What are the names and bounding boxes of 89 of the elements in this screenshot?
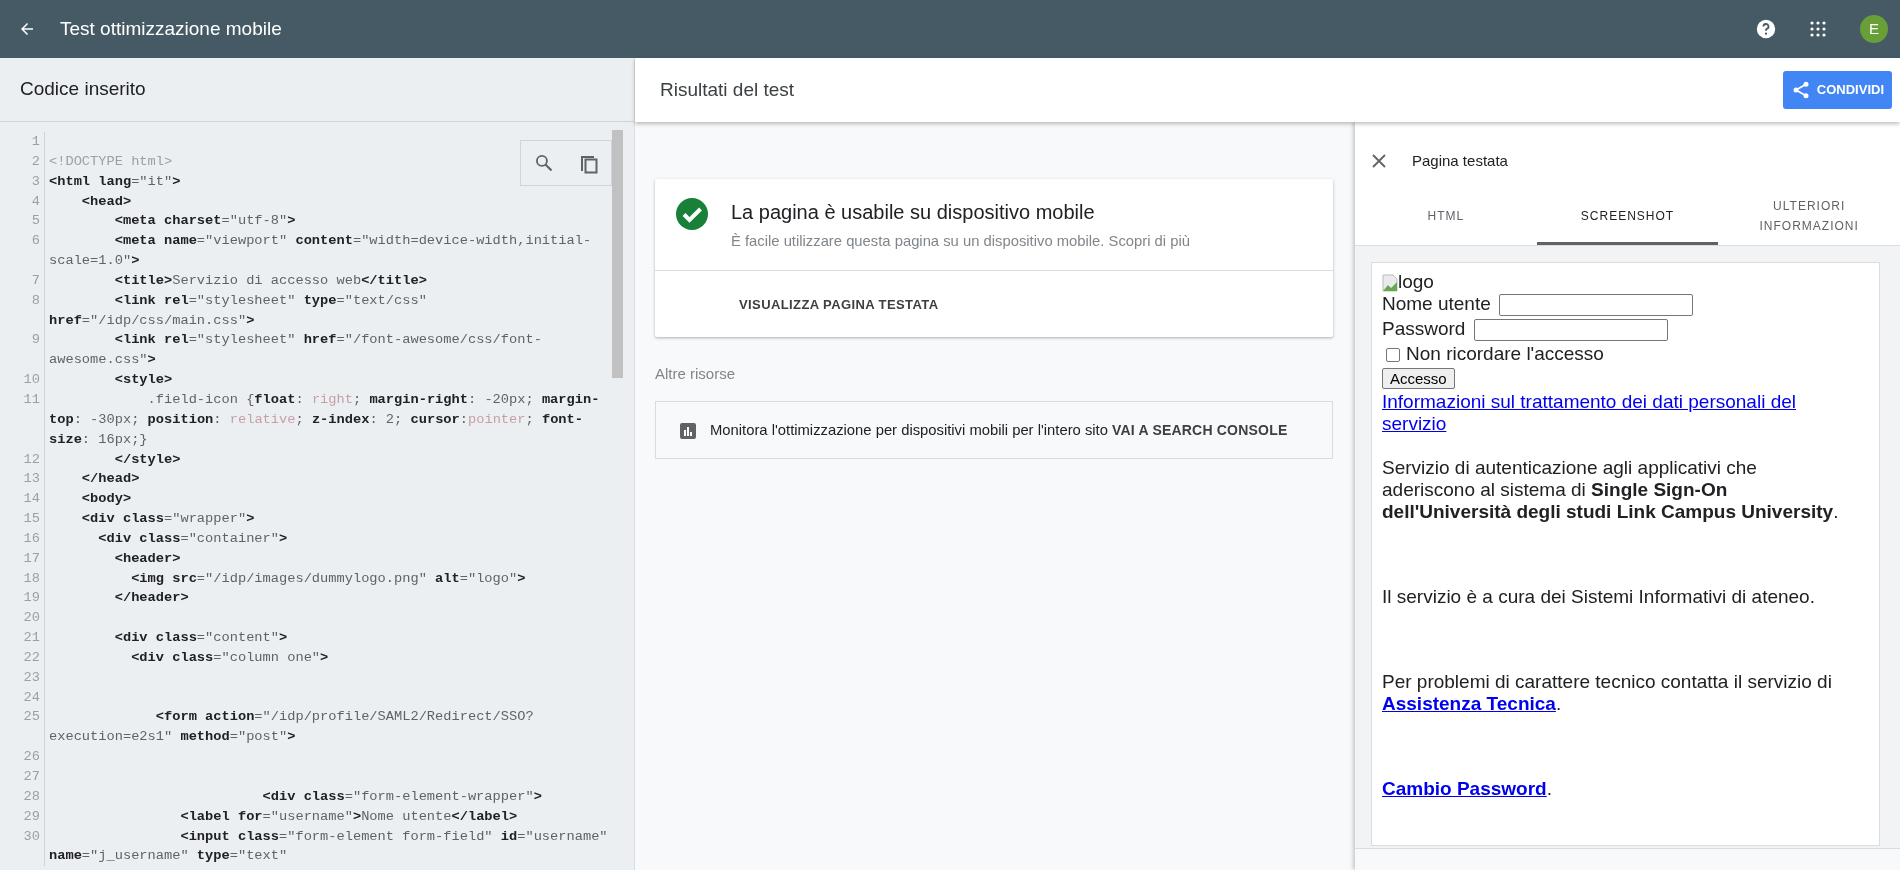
close-icon[interactable] xyxy=(1372,154,1386,168)
code-line: <div class="form-element-wrapper"> xyxy=(261,787,542,806)
privacy-link[interactable]: Informazioni sul trattamento dei dati personali del servizio xyxy=(1382,390,1849,435)
link[interactable]: Cambio Password xyxy=(1382,777,1547,799)
line-number: 5 xyxy=(30,212,40,231)
share-button[interactable]: CONDIVIDI xyxy=(1782,71,1892,109)
learn-more-link[interactable]: Scopri di più xyxy=(1108,233,1190,249)
line-number: 22 xyxy=(22,648,40,667)
line-number: 2 xyxy=(30,152,40,171)
line-number: 1 xyxy=(30,133,40,151)
line-number: 28 xyxy=(22,787,40,806)
checkbox-label: Non ricordare l'accesso xyxy=(1406,342,1604,364)
code-line: </style> xyxy=(113,450,181,469)
line-number: 29 xyxy=(22,807,40,826)
code-line: <!DOCTYPE html> xyxy=(48,152,173,171)
link-line: Cambio Password. xyxy=(1382,777,1553,800)
line-number: 27 xyxy=(22,768,40,786)
line-number: 12 xyxy=(22,450,40,469)
line-number: 15 xyxy=(22,510,40,529)
paragraph: Servizio di autenticazione agli applicativi che aderiscono al sistema di Single Sign-On dell'Università degli studi Link Campus University. xyxy=(1382,456,1840,523)
code-line: <title>Servizio di accesso web</title> xyxy=(113,271,427,290)
field-label: Nome utente xyxy=(1382,293,1492,314)
link[interactable]: Assistenza Tecnica xyxy=(1382,692,1556,714)
apps-grid-icon[interactable] xyxy=(1810,21,1826,37)
result-title: La pagina è usabile su dispositivo mobile xyxy=(731,200,1096,225)
code-line: </header> xyxy=(113,589,189,608)
code-line: <link rel="stylesheet" href="/font-awesome/css/font-awesome.css"> xyxy=(48,331,543,370)
broken-image-icon xyxy=(1382,274,1398,292)
tab[interactable]: HTML xyxy=(1355,190,1537,245)
line-number: 16 xyxy=(22,529,40,548)
app-title: Test ottimizzazione mobile xyxy=(60,16,282,41)
line-number: 8 xyxy=(30,291,40,310)
code-line: <div class="wrapper"> xyxy=(80,510,255,529)
bar-chart-icon xyxy=(680,423,696,440)
input-field[interactable] xyxy=(1499,294,1694,316)
code-line: <div class="column one"> xyxy=(130,648,329,667)
search-icon[interactable] xyxy=(533,153,554,173)
line-number: 14 xyxy=(22,490,40,509)
line-number: 11 xyxy=(22,390,40,409)
code-line: <header> xyxy=(113,549,181,568)
line-number: 24 xyxy=(22,688,40,707)
login-button[interactable]: Accesso xyxy=(1382,367,1455,389)
line-number: 6 xyxy=(30,232,40,251)
code-line: <head> xyxy=(80,192,132,211)
line-number: 30 xyxy=(22,827,40,846)
code-line: .field-icon {float: right; margin-right: -20px; margin-top: -30px; position: relative; z-index: 2; cursor:pointer; font-size: 16px;} xyxy=(48,390,601,449)
code-line: <body> xyxy=(80,490,132,509)
code-line: <input class="form-element form-field" id="username" name="j_username" type="text" xyxy=(48,827,609,866)
line-number: 9 xyxy=(30,331,40,350)
paragraph: Il servizio è a cura dei Sistemi Informativi di ateneo. xyxy=(1382,585,1816,608)
code-line: <meta charset="utf-8"> xyxy=(113,212,296,231)
image-alt-text: logo xyxy=(1398,271,1434,293)
line-number: 19 xyxy=(22,589,40,608)
search-console-link[interactable]: VAI A SEARCH CONSOLE xyxy=(1112,420,1288,442)
line-number: 17 xyxy=(22,549,40,568)
line-number: 4 xyxy=(30,192,40,211)
result-description: È facile utilizzare questa pagina su un dispositivo mobile. Scopri di più xyxy=(731,232,1190,251)
code-line: <html lang="it"> xyxy=(48,172,181,191)
help-icon[interactable] xyxy=(1756,19,1776,39)
line-number: 23 xyxy=(22,668,40,687)
line-number: 20 xyxy=(22,609,40,628)
code-line: </head> xyxy=(80,470,140,489)
panel-title: Codice inserito xyxy=(0,58,634,122)
code-line: <meta name="viewport" content="width=device-width,initial-scale=1.0"> xyxy=(48,232,593,271)
code-line: <form action="/idp/profile/SAML2/Redirect/SSO? execution=e2s1" method="post"> xyxy=(48,708,535,747)
input-field[interactable] xyxy=(1473,318,1668,341)
field-label: Password xyxy=(1382,318,1467,339)
line-number: 10 xyxy=(22,371,40,390)
code-line: <div class="container"> xyxy=(97,529,288,548)
paragraph: Per problemi di carattere tecnico contatta il servizio di Assistenza Tecnica. xyxy=(1382,670,1833,715)
line-number: 21 xyxy=(22,629,40,648)
line-number: 26 xyxy=(22,748,40,767)
line-number: 25 xyxy=(22,708,40,727)
line-number: 18 xyxy=(22,569,40,588)
code-line: <img src="/idp/images/dummylogo.png" alt="logo"> xyxy=(130,569,526,588)
panel-title: Pagina testata xyxy=(1412,150,1508,171)
line-number: 13 xyxy=(22,470,40,489)
code-line: <label for="username">Nome utente</label> xyxy=(179,807,518,826)
section-heading: Altre risorse xyxy=(655,363,737,384)
code-line: <style> xyxy=(113,371,173,390)
scrollbar[interactable] xyxy=(612,130,623,378)
checkbox[interactable] xyxy=(1386,347,1400,362)
results-title: Risultati del test xyxy=(660,77,795,102)
line-number: 3 xyxy=(30,172,40,191)
code-line: <div class="content"> xyxy=(113,629,288,648)
tab[interactable]: ULTERIORI INFORMAZIONI xyxy=(1718,190,1900,245)
line-number: 7 xyxy=(30,271,40,290)
resource-text: Monitora l'ottimizzazione per dispositivi mobili per l'intero sito xyxy=(710,422,1109,439)
view-tested-page-button[interactable]: VISUALIZZA PAGINA TESTATA xyxy=(655,271,939,337)
